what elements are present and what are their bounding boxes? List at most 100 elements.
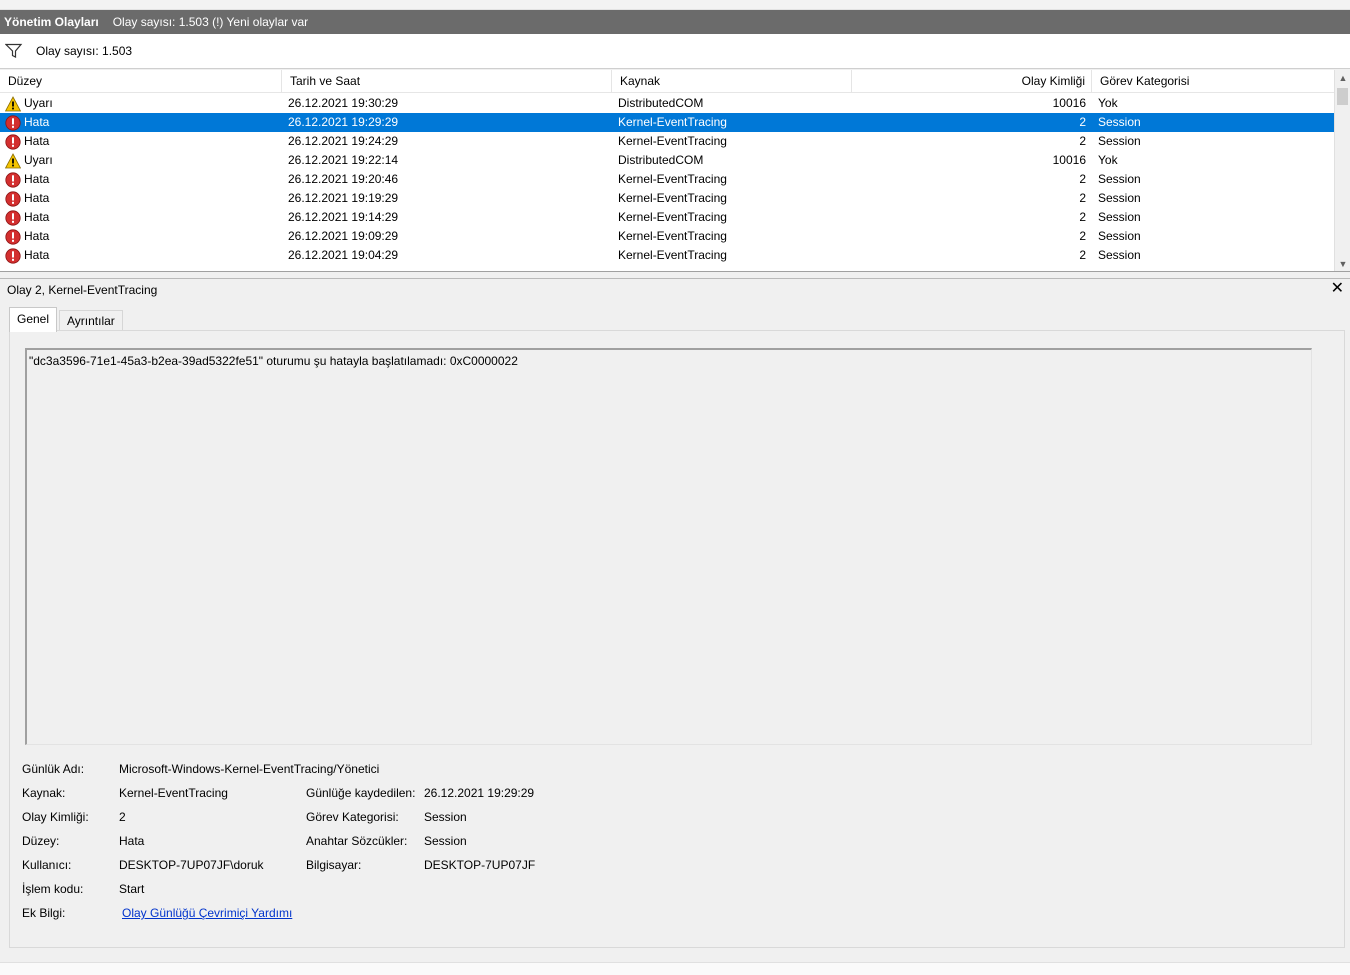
cell-date: 26.12.2021 19:09:29: [288, 229, 399, 243]
computer-value: DESKTOP-7UP07JF: [424, 858, 536, 872]
cell-source: Kernel-EventTracing: [618, 229, 727, 243]
filter-icon[interactable]: [4, 43, 23, 59]
cell-source: Kernel-EventTracing: [618, 115, 727, 129]
cell-level: Hata: [5, 132, 275, 151]
cell-level: Hata: [5, 208, 275, 227]
table-row[interactable]: Hata 26.12.2021 19:14:29 Kernel-EventTraci…: [0, 208, 1334, 227]
scroll-thumb[interactable]: [1337, 88, 1348, 105]
scroll-down-arrow-icon[interactable]: ▼: [1335, 256, 1350, 271]
warning-icon: [4, 152, 22, 169]
table-row[interactable]: Hata 26.12.2021 19:20:46 Kernel-EventTraci…: [0, 170, 1334, 189]
tab-details[interactable]: Ayrıntılar: [59, 310, 123, 331]
tab-general[interactable]: Genel: [9, 307, 58, 332]
table-row[interactable]: Hata 26.12.2021 19:24:29 Kernel-EventTraci…: [0, 132, 1334, 151]
column-header-date[interactable]: Tarih ve Saat: [282, 70, 612, 93]
top-strip: [0, 0, 1350, 10]
online-help-link[interactable]: Olay Günlüğü Çevrimiçi Yardımı: [122, 905, 292, 921]
table-row[interactable]: Hata 26.12.2021 19:19:29 Kernel-EventTraci…: [0, 189, 1334, 208]
table-row[interactable]: Hata 26.12.2021 19:04:29 Kernel-EventTraci…: [0, 246, 1334, 265]
column-header-source[interactable]: Kaynak: [612, 70, 852, 93]
column-header-task-category[interactable]: Görev Kategorisi: [1092, 70, 1334, 93]
cell-task-category: Session: [1098, 210, 1141, 224]
warning-icon: [4, 95, 22, 112]
column-header-event-id[interactable]: Olay Kimliği: [852, 70, 1092, 93]
close-icon[interactable]: ✕: [1331, 280, 1344, 298]
bottom-strip: [0, 962, 1350, 975]
cell-source: DistributedCOM: [618, 96, 704, 110]
task-category-value: Session: [424, 810, 467, 824]
table-row[interactable]: Uyarı 26.12.2021 19:22:14 DistributedCOM 10…: [0, 151, 1334, 170]
cell-event-id: 2: [1079, 172, 1086, 186]
error-icon: [5, 190, 21, 207]
cell-date: 26.12.2021 19:20:46: [288, 172, 399, 186]
grid-header: Düzey Tarih ve Saat Kaynak Olay Kimliği …: [0, 70, 1334, 93]
cell-event-id: 10016: [1052, 96, 1086, 110]
task-category-label: Görev Kategorisi:: [306, 810, 399, 824]
scroll-up-arrow-icon[interactable]: ▲: [1335, 70, 1350, 86]
level-text: Hata: [24, 134, 50, 148]
cell-event-id: 2: [1079, 134, 1086, 148]
grid-scrollbar[interactable]: ▲ ▼: [1334, 70, 1350, 271]
level-text: Hata: [24, 229, 50, 243]
cell-task-category: Session: [1098, 134, 1141, 148]
cell-level: Hata: [5, 113, 275, 132]
table-row[interactable]: Hata 26.12.2021 19:09:29 Kernel-EventTraci…: [0, 227, 1334, 246]
cell-level: Hata: [5, 189, 275, 208]
event-id-value: 2: [119, 810, 126, 824]
cell-source: Kernel-EventTracing: [618, 210, 727, 224]
cell-level: Hata: [5, 227, 275, 246]
cell-source: Kernel-EventTracing: [618, 134, 727, 148]
event-message[interactable]: "dc3a3596-71e1-45a3-b2ea-39ad5322fe51" o…: [25, 348, 1312, 745]
cell-task-category: Session: [1098, 191, 1141, 205]
error-icon: [5, 228, 21, 245]
source-label: Kaynak:: [22, 786, 66, 800]
more-info-label: Ek Bilgi:: [22, 906, 66, 920]
user-value: DESKTOP-7UP07JF\doruk: [119, 858, 264, 872]
logged-value: 26.12.2021 19:29:29: [424, 786, 535, 800]
keywords-label: Anahtar Sözcükler:: [306, 834, 408, 848]
level-text: Uyarı: [24, 96, 53, 110]
cell-task-category: Yok: [1098, 96, 1118, 110]
filter-bar: Olay sayısı: 1.503: [0, 34, 1350, 69]
keywords-value: Session: [424, 834, 467, 848]
event-grid[interactable]: Düzey Tarih ve Saat Kaynak Olay Kimliği …: [0, 70, 1350, 272]
error-icon: [5, 171, 21, 188]
level-label: Düzey:: [22, 834, 60, 848]
cell-event-id: 2: [1079, 210, 1086, 224]
cell-event-id: 2: [1079, 229, 1086, 243]
level-text: Hata: [24, 210, 50, 224]
cell-date: 26.12.2021 19:14:29: [288, 210, 399, 224]
table-row[interactable]: Uyarı 26.12.2021 19:30:29 DistributedCOM 10…: [0, 94, 1334, 113]
view-subtitle: Olay sayısı: 1.503 (!) Yeni olaylar var: [112, 15, 309, 29]
log-name-value: Microsoft-Windows-Kernel-EventTracing/Yö…: [119, 762, 380, 776]
opcode-label: İşlem kodu:: [22, 882, 84, 896]
cell-level: Hata: [5, 246, 275, 265]
cell-date: 26.12.2021 19:24:29: [288, 134, 399, 148]
column-header-level[interactable]: Düzey: [0, 70, 282, 93]
cell-level: Uyarı: [4, 94, 275, 113]
title-bar: Yönetim Olayları Olay sayısı: 1.503 (!) …: [0, 10, 1350, 34]
cell-date: 26.12.2021 19:19:29: [288, 191, 399, 205]
cell-task-category: Yok: [1098, 153, 1118, 167]
cell-date: 26.12.2021 19:04:29: [288, 248, 399, 262]
table-row[interactable]: Hata 26.12.2021 19:29:29 Kernel-EventTraci…: [0, 113, 1334, 132]
cell-task-category: Session: [1098, 229, 1141, 243]
cell-task-category: Session: [1098, 115, 1141, 129]
cell-level: Uyarı: [4, 151, 275, 170]
logged-label: Günlüğe kaydedilen:: [306, 786, 416, 800]
source-value: Kernel-EventTracing: [119, 786, 228, 800]
level-text: Hata: [24, 115, 50, 129]
level-text: Uyarı: [24, 153, 53, 167]
detail-header: Olay 2, Kernel-EventTracing ✕: [0, 278, 1350, 300]
opcode-value: Start: [119, 882, 145, 896]
user-label: Kullanıcı:: [22, 858, 72, 872]
error-icon: [5, 209, 21, 226]
cell-source: DistributedCOM: [618, 153, 704, 167]
cell-date: 26.12.2021 19:22:14: [288, 153, 399, 167]
cell-source: Kernel-EventTracing: [618, 248, 727, 262]
level-text: Hata: [24, 191, 50, 205]
cell-task-category: Session: [1098, 248, 1141, 262]
cell-event-id: 10016: [1052, 153, 1086, 167]
cell-event-id: 2: [1079, 115, 1086, 129]
computer-label: Bilgisayar:: [306, 858, 362, 872]
